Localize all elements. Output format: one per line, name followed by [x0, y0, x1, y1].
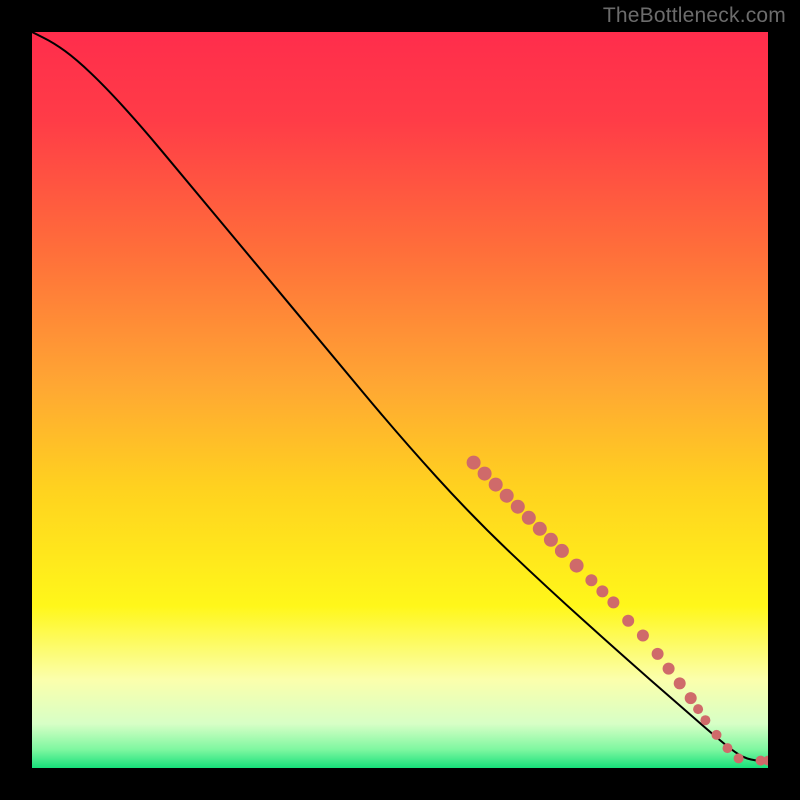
- data-marker: [500, 489, 514, 503]
- data-marker: [511, 500, 525, 514]
- data-marker: [712, 730, 722, 740]
- plot-area: [32, 32, 768, 768]
- data-marker: [663, 663, 675, 675]
- data-marker: [685, 692, 697, 704]
- data-marker: [585, 574, 597, 586]
- data-marker: [555, 544, 569, 558]
- data-marker: [522, 511, 536, 525]
- data-marker: [533, 522, 547, 536]
- data-marker: [489, 478, 503, 492]
- data-marker: [544, 533, 558, 547]
- watermark-text: TheBottleneck.com: [603, 4, 786, 28]
- data-marker: [693, 704, 703, 714]
- chart-svg: [32, 32, 768, 768]
- data-marker: [674, 677, 686, 689]
- data-marker: [607, 596, 619, 608]
- data-marker: [596, 585, 608, 597]
- data-marker: [478, 467, 492, 481]
- chart-container: TheBottleneck.com: [0, 0, 800, 800]
- data-marker: [652, 648, 664, 660]
- data-marker: [734, 753, 744, 763]
- data-marker: [700, 715, 710, 725]
- data-marker: [622, 615, 634, 627]
- data-marker: [637, 630, 649, 642]
- data-marker: [570, 559, 584, 573]
- data-marker: [723, 743, 733, 753]
- data-marker: [467, 456, 481, 470]
